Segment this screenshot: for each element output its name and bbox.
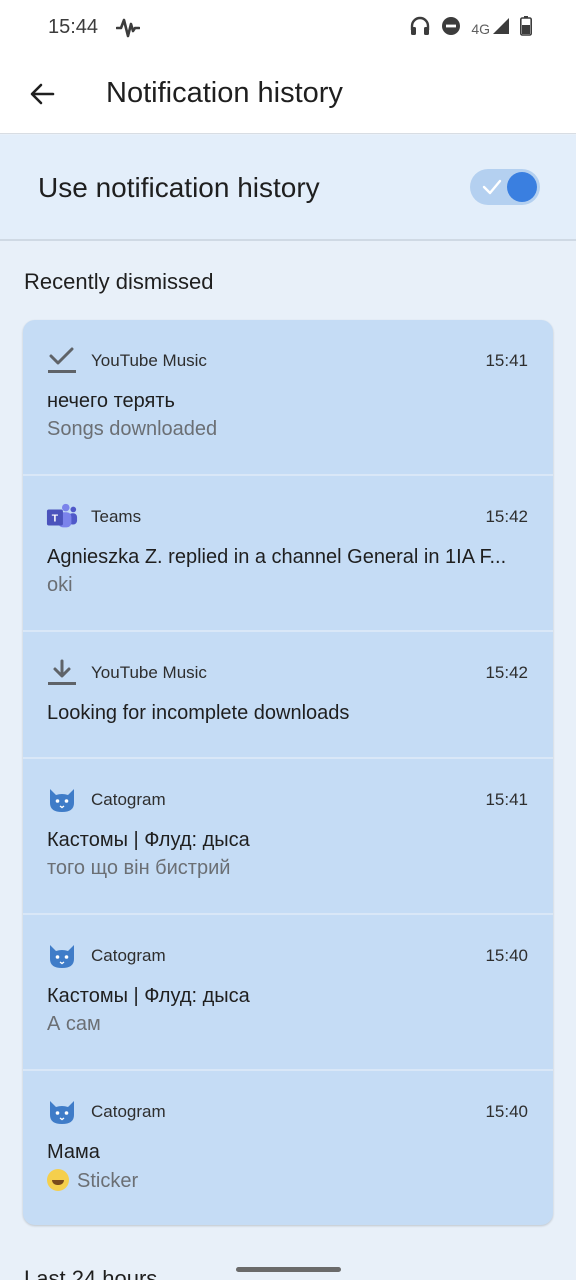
headphones-icon <box>409 16 431 41</box>
status-bar: 15:44 4G <box>0 0 576 56</box>
notification-time: 15:42 <box>485 663 528 682</box>
list-item[interactable]: Catogram 15:41 Кастомы | Флуд: дыса того… <box>23 759 553 915</box>
notification-title: Кастомы | Флуд: дыса <box>47 829 250 851</box>
notification-title: Мама <box>47 1141 100 1163</box>
notification-text: Sticker <box>47 1169 138 1193</box>
app-name: Teams <box>91 507 142 526</box>
notification-time: 15:41 <box>485 790 528 809</box>
notification-text: А сам <box>47 1013 101 1035</box>
list-item[interactable]: Catogram 15:40 Кастомы | Флуд: дыса А са… <box>23 915 553 1071</box>
app-name: Catogram <box>91 946 166 965</box>
notification-time: 15:42 <box>485 507 528 526</box>
cat-icon <box>46 1097 78 1127</box>
use-notification-history-row[interactable]: Use notification history <box>0 135 576 241</box>
arrow-back-icon <box>29 81 55 112</box>
list-item[interactable]: YouTube Music 15:41 нечего терять Songs … <box>23 320 553 476</box>
cat-icon <box>46 785 78 815</box>
check-icon <box>482 178 502 201</box>
list-item[interactable]: Catogram 15:40 Мама Sticker <box>23 1071 553 1225</box>
app-name: Catogram <box>91 1102 166 1121</box>
notification-history-switch[interactable] <box>470 169 540 205</box>
download-icon <box>46 658 78 688</box>
teams-icon: T <box>46 502 78 532</box>
network-type: 4G <box>471 20 490 37</box>
status-time: 15:44 <box>48 16 99 38</box>
notification-time: 15:40 <box>485 1102 528 1121</box>
do-not-disturb-icon <box>441 16 461 41</box>
notification-title: Кастомы | Флуд: дыса <box>47 985 250 1007</box>
svg-text:T: T <box>52 514 59 525</box>
waveform-icon <box>115 17 141 44</box>
back-button[interactable] <box>22 76 62 116</box>
toggle-label: Use notification history <box>38 172 320 203</box>
notification-text: того що він бистрий <box>47 857 231 879</box>
app-name: YouTube Music <box>91 351 207 370</box>
notification-text: oki <box>47 574 73 596</box>
notification-text: Songs downloaded <box>47 418 218 440</box>
app-bar: Notification history <box>0 56 576 134</box>
app-name: Catogram <box>91 790 166 809</box>
signal-icon <box>492 17 510 40</box>
notification-time: 15:41 <box>485 351 528 370</box>
notification-time: 15:40 <box>485 946 528 965</box>
gesture-nav-handle[interactable] <box>236 1267 341 1272</box>
switch-knob <box>507 172 537 202</box>
download-done-icon <box>46 346 78 376</box>
list-item[interactable]: T Teams 15:42 Agnieszka Z. replied in a … <box>23 476 553 632</box>
recently-dismissed-list: YouTube Music 15:41 нечего терять Songs … <box>23 320 553 1225</box>
notification-title: Agnieszka Z. replied in a channel Genera… <box>47 546 507 568</box>
list-item[interactable]: YouTube Music 15:42 Looking for incomple… <box>23 632 553 759</box>
battery-icon <box>520 16 532 41</box>
notification-title: нечего терять <box>47 390 175 412</box>
notification-text-value: Sticker <box>77 1170 139 1192</box>
notification-title: Looking for incomplete downloads <box>47 702 350 724</box>
app-name: YouTube Music <box>91 663 207 682</box>
cat-icon <box>46 941 78 971</box>
section-title-last-24-hours: Last 24 hours <box>24 1266 158 1280</box>
page-title: Notification history <box>106 77 343 109</box>
laughing-emoji-icon <box>47 1169 69 1191</box>
section-title-recently-dismissed: Recently dismissed <box>24 269 214 294</box>
